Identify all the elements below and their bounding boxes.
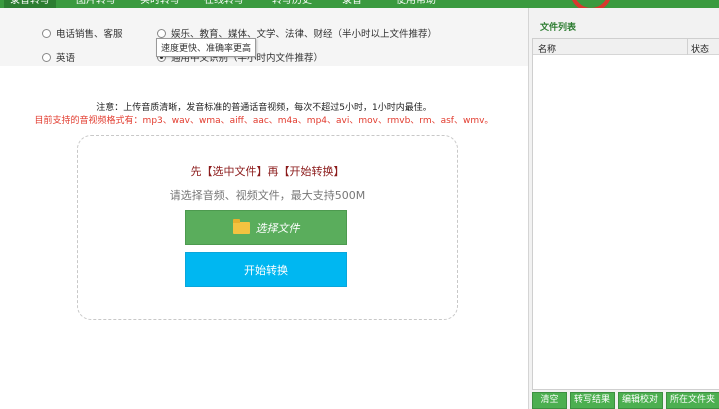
option-label: 英语 bbox=[56, 53, 76, 64]
tab-online-transcribe[interactable]: 在线转写 bbox=[204, 0, 244, 8]
edit-proofread-button[interactable]: 编辑校对 bbox=[618, 392, 663, 409]
drop-area-title: 先【选中文件】再【开始转换】 bbox=[190, 165, 345, 178]
file-list-panel: 文件列表 名称 状态 bbox=[528, 8, 719, 409]
option-label: 电话销售、客服 bbox=[56, 29, 123, 40]
tab-image-transcribe[interactable]: 图片转写 bbox=[76, 0, 116, 8]
tab-recording[interactable]: 录音 bbox=[342, 0, 362, 8]
file-panel-actions: 清空 转写结果 编辑校对 所在文件夹 bbox=[532, 392, 719, 409]
column-header-name[interactable]: 名称 bbox=[538, 42, 556, 55]
upload-note: 注意：上传音质清晰，发音标准的普通话音视频，每次不超过5小时，1小时内最佳。 bbox=[96, 103, 432, 113]
option-phone-sales[interactable]: 电话销售、客服 bbox=[42, 26, 123, 40]
option-tooltip: 速度更快、准确率更高 bbox=[156, 38, 257, 57]
option-english[interactable]: 英语 bbox=[42, 50, 75, 64]
file-list-header: 名称 状态 bbox=[533, 39, 719, 55]
radio-button[interactable] bbox=[157, 28, 166, 38]
file-drop-area[interactable]: 先【选中文件】再【开始转换】 请选择音频、视频文件，最大支持500M 选择文件 … bbox=[77, 135, 458, 320]
radio-button[interactable] bbox=[42, 28, 51, 38]
column-divider[interactable] bbox=[687, 39, 688, 55]
select-file-button[interactable]: 选择文件 bbox=[185, 210, 347, 245]
select-file-label: 选择文件 bbox=[255, 221, 300, 235]
top-nav: 录音转写 图片转写 实时转写 在线转写 转写历史 录音 使用帮助 bbox=[0, 0, 719, 8]
drop-area-hint: 请选择音频、视频文件，最大支持500M bbox=[169, 189, 366, 202]
tab-audio-transcribe[interactable]: 录音转写 bbox=[4, 0, 56, 8]
open-folder-button[interactable]: 所在文件夹 bbox=[666, 392, 719, 409]
tab-help[interactable]: 使用帮助 bbox=[396, 0, 436, 8]
scene-options: 电话销售、客服 娱乐、教育、媒体、文学、法律、财经（半小时以上文件推荐） 英语 … bbox=[0, 8, 528, 66]
tab-transcribe-history[interactable]: 转写历史 bbox=[272, 0, 312, 8]
column-header-status[interactable]: 状态 bbox=[691, 42, 709, 55]
folder-icon bbox=[232, 218, 250, 234]
supported-formats-note: 目前支持的音视频格式有：mp3、wav、wma、aiff、aac、m4a、mp4… bbox=[34, 116, 494, 126]
file-list-title: 文件列表 bbox=[540, 23, 577, 33]
transcribe-result-button[interactable]: 转写结果 bbox=[570, 392, 615, 409]
tab-realtime-transcribe[interactable]: 实时转写 bbox=[140, 0, 180, 8]
file-list-table[interactable]: 名称 状态 bbox=[532, 38, 719, 390]
radio-button[interactable] bbox=[42, 52, 51, 62]
start-convert-button[interactable]: 开始转换 bbox=[185, 252, 347, 287]
clear-button[interactable]: 清空 bbox=[532, 392, 567, 409]
